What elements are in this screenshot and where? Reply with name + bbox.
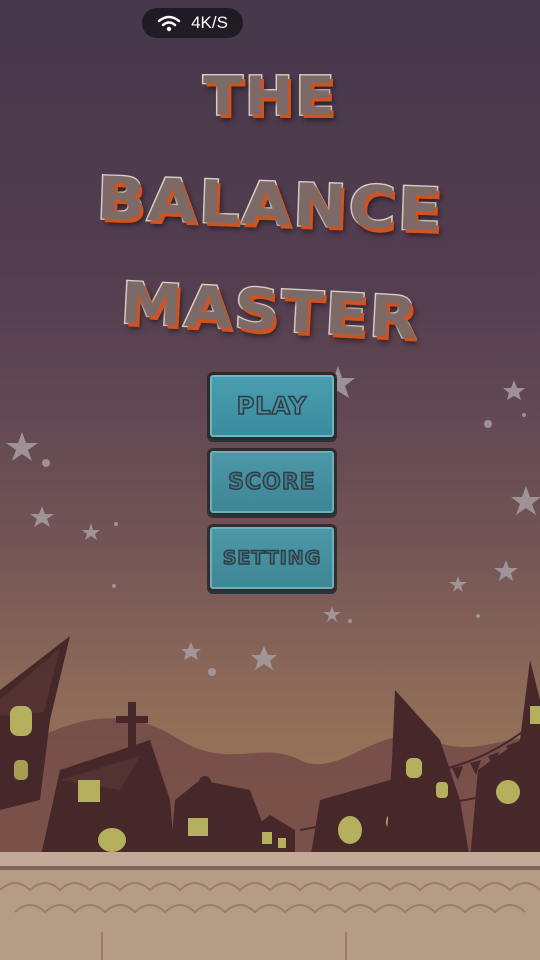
star-dot — [208, 668, 216, 676]
star-dot — [112, 584, 116, 588]
network-speed-text: 4K/S — [191, 13, 228, 32]
ground-edge — [0, 852, 540, 868]
star — [181, 642, 201, 660]
play-button[interactable]: PLAY — [207, 372, 337, 440]
star — [251, 646, 277, 670]
star-dot — [476, 614, 480, 618]
wifi-icon — [157, 14, 181, 32]
star — [503, 380, 525, 400]
star-dot — [522, 413, 526, 417]
star — [323, 606, 341, 622]
star — [494, 560, 518, 581]
ground-line — [0, 866, 540, 870]
network-status-pill: 4K/S — [142, 8, 243, 38]
score-button[interactable]: SCORE — [207, 448, 337, 516]
star-dot — [42, 459, 50, 467]
star — [6, 432, 38, 461]
star — [30, 506, 54, 527]
game-title-line-1: THE — [202, 63, 337, 128]
star-dot — [114, 522, 118, 526]
star — [82, 523, 100, 540]
star-dot — [348, 619, 352, 623]
star — [449, 576, 467, 592]
star-dot — [484, 420, 492, 428]
star — [511, 486, 540, 515]
setting-button[interactable]: SETTING — [207, 524, 337, 592]
